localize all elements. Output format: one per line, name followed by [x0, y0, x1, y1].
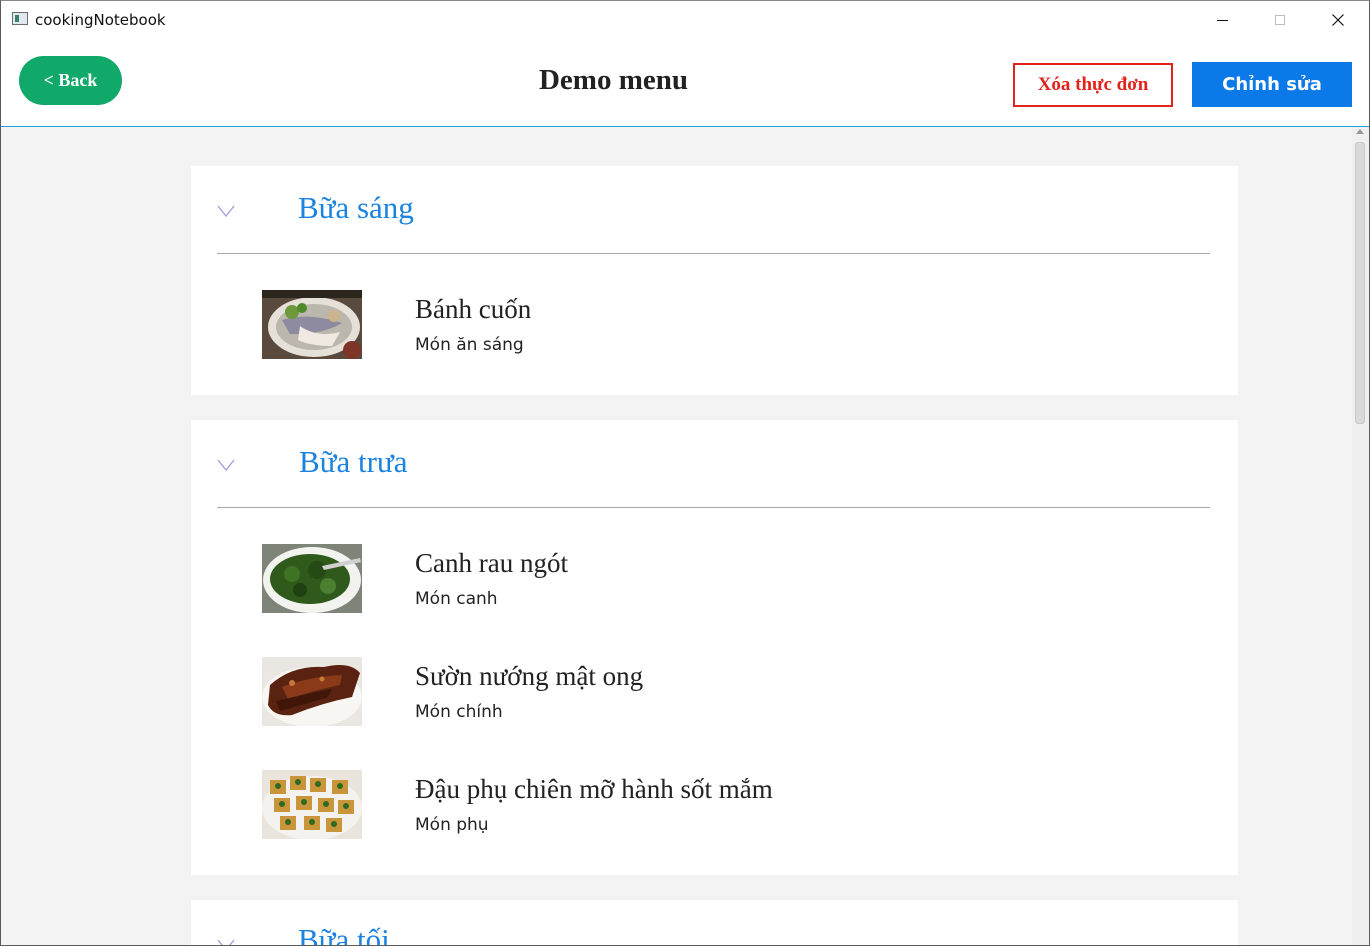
page-title: Demo menu	[538, 64, 688, 96]
app-window: cookingNotebook < Back Demo menu Xóa thự…	[0, 0, 1370, 946]
dish-photo-banh-cuon	[262, 290, 362, 359]
dish-photo-dau-phu	[262, 770, 362, 839]
close-button[interactable]	[1309, 1, 1367, 39]
chevron-down-icon[interactable]	[217, 202, 235, 220]
minimize-icon	[1216, 19, 1228, 21]
dish-photo-canh-rau-ngot	[262, 544, 362, 613]
dish-name: Bánh cuốn	[415, 294, 532, 324]
dish-name: Đậu phụ chiên mỡ hành sốt mắm	[415, 774, 773, 804]
dish-type: Món phụ	[415, 815, 489, 835]
page-header: < Back Demo menu Xóa thực đơn Chỉnh sửa	[1, 39, 1369, 127]
dish-name: Canh rau ngót	[415, 548, 568, 578]
dish-type: Món chính	[415, 702, 503, 722]
dish-type: Món ăn sáng	[415, 335, 524, 355]
window-title: cookingNotebook	[35, 11, 166, 29]
section-divider	[217, 253, 1210, 254]
section-card-dinner: Bữa tối	[191, 900, 1238, 946]
maximize-icon	[1275, 15, 1285, 25]
scroll-up-arrow-icon[interactable]	[1356, 129, 1364, 134]
app-icon	[12, 12, 28, 25]
dish-item[interactable]: Sườn nướng mật ong Món chính	[262, 657, 1162, 727]
section-card-breakfast: Bữa sáng Bánh cuốn Món ăn sáng	[191, 166, 1238, 395]
scroll-thumb[interactable]	[1355, 142, 1365, 424]
chevron-down-icon[interactable]	[217, 936, 235, 946]
section-divider	[217, 507, 1210, 508]
dish-type: Món canh	[415, 589, 498, 609]
chevron-down-icon[interactable]	[217, 456, 235, 474]
section-title[interactable]: Bữa tối	[298, 922, 390, 945]
delete-menu-button[interactable]: Xóa thực đơn	[1013, 63, 1173, 107]
dish-item[interactable]: Đậu phụ chiên mỡ hành sốt mắm Món phụ	[262, 770, 1162, 840]
vertical-scrollbar[interactable]	[1352, 127, 1369, 945]
edit-menu-button[interactable]: Chỉnh sửa	[1192, 62, 1352, 107]
back-button[interactable]: < Back	[19, 56, 122, 105]
section-title[interactable]: Bữa sáng	[298, 190, 414, 226]
dish-name: Sườn nướng mật ong	[415, 661, 644, 691]
dish-photo-suon-nuong	[262, 657, 362, 726]
section-card-lunch: Bữa trưa Canh rau ngót Món canh Sườn nướ…	[191, 420, 1238, 875]
dish-item[interactable]: Canh rau ngót Món canh	[262, 544, 1162, 614]
minimize-button[interactable]	[1193, 1, 1251, 39]
section-title[interactable]: Bữa trưa	[299, 444, 408, 480]
close-icon	[1332, 14, 1344, 26]
maximize-button[interactable]	[1251, 1, 1309, 39]
dish-item[interactable]: Bánh cuốn Món ăn sáng	[262, 290, 1162, 360]
title-bar: cookingNotebook	[1, 1, 1369, 39]
